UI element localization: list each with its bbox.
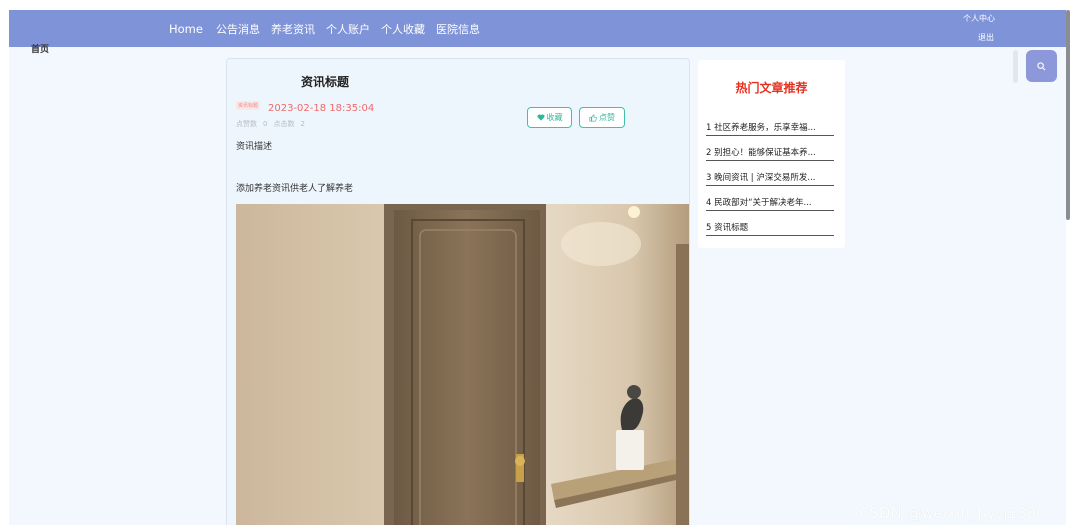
article-title: 资讯标题 bbox=[301, 75, 350, 89]
collect-button[interactable]: 收藏 bbox=[527, 107, 572, 128]
nav-item-announcements[interactable]: 公告消息 bbox=[216, 21, 260, 37]
hot-articles-panel: 热门文章推荐 1 社区养老服务，乐享幸福... 2 别担心！能够保证基本养...… bbox=[698, 60, 845, 248]
article-stats: 点赞数 0 点击数 2 bbox=[236, 119, 311, 129]
hot-article-item[interactable]: 2 别担心！能够保证基本养... bbox=[706, 146, 834, 161]
nav-item-hospital-info[interactable]: 医院信息 bbox=[436, 21, 480, 37]
clicks-value: 2 bbox=[300, 120, 305, 128]
article-content: 添加养老资讯供老人了解养老 bbox=[236, 184, 354, 194]
thumbs-up-icon bbox=[589, 113, 597, 122]
nav-item-home[interactable]: Home bbox=[169, 22, 203, 36]
watermark: CSDN @weixin_bysj1330 bbox=[859, 504, 1046, 522]
hot-article-item[interactable]: 5 资讯标题 bbox=[706, 221, 834, 236]
user-center-link[interactable]: 个人中心 bbox=[963, 13, 995, 24]
article-description-label: 资讯描述 bbox=[236, 142, 273, 152]
top-navbar: Home 公告消息 养老资讯 个人账户 个人收藏 医院信息 个人中心 退出 bbox=[9, 10, 1066, 47]
search-icon bbox=[1037, 61, 1046, 70]
article-card: 资讯标题 资讯标题 2023-02-18 18:35:04 点赞数 0 点击数 2 收… bbox=[226, 58, 690, 525]
clicks-label: 点击数 bbox=[273, 120, 295, 128]
likes-value: 0 bbox=[263, 120, 268, 128]
likes-label: 点赞数 bbox=[236, 120, 257, 128]
hot-article-item[interactable]: 4 民政部对“关于解决老年... bbox=[706, 196, 834, 211]
page-scrollbar[interactable] bbox=[1066, 10, 1070, 220]
app-frame: Home 公告消息 养老资讯 个人账户 个人收藏 医院信息 个人中心 退出 首页… bbox=[9, 10, 1066, 525]
article-date: 2023-02-18 18:35:04 bbox=[268, 103, 375, 114]
search-button[interactable] bbox=[1026, 50, 1057, 82]
hot-articles-title: 热门文章推荐 bbox=[735, 81, 808, 95]
search-rail bbox=[1013, 50, 1018, 83]
like-button[interactable]: 点赞 bbox=[579, 107, 625, 128]
hot-article-item[interactable]: 3 晚间资讯 | 沪深交易所发... bbox=[706, 171, 834, 186]
article-tag: 资讯标题 bbox=[236, 101, 261, 110]
heart-icon bbox=[537, 114, 544, 121]
main-nav: Home 公告消息 养老资讯 个人账户 个人收藏 医院信息 bbox=[169, 10, 491, 47]
nav-item-elderly-news[interactable]: 养老资讯 bbox=[271, 21, 315, 37]
collect-button-label: 收藏 bbox=[546, 113, 563, 122]
like-button-label: 点赞 bbox=[599, 113, 615, 122]
nav-item-favorites[interactable]: 个人收藏 bbox=[381, 21, 425, 37]
logout-link[interactable]: 退出 bbox=[978, 32, 994, 43]
article-photo bbox=[236, 204, 689, 525]
nav-item-personal-account[interactable]: 个人账户 bbox=[326, 21, 370, 37]
site-logo-text: 首页 bbox=[31, 45, 50, 55]
hot-article-item[interactable]: 1 社区养老服务，乐享幸福... bbox=[706, 121, 834, 136]
